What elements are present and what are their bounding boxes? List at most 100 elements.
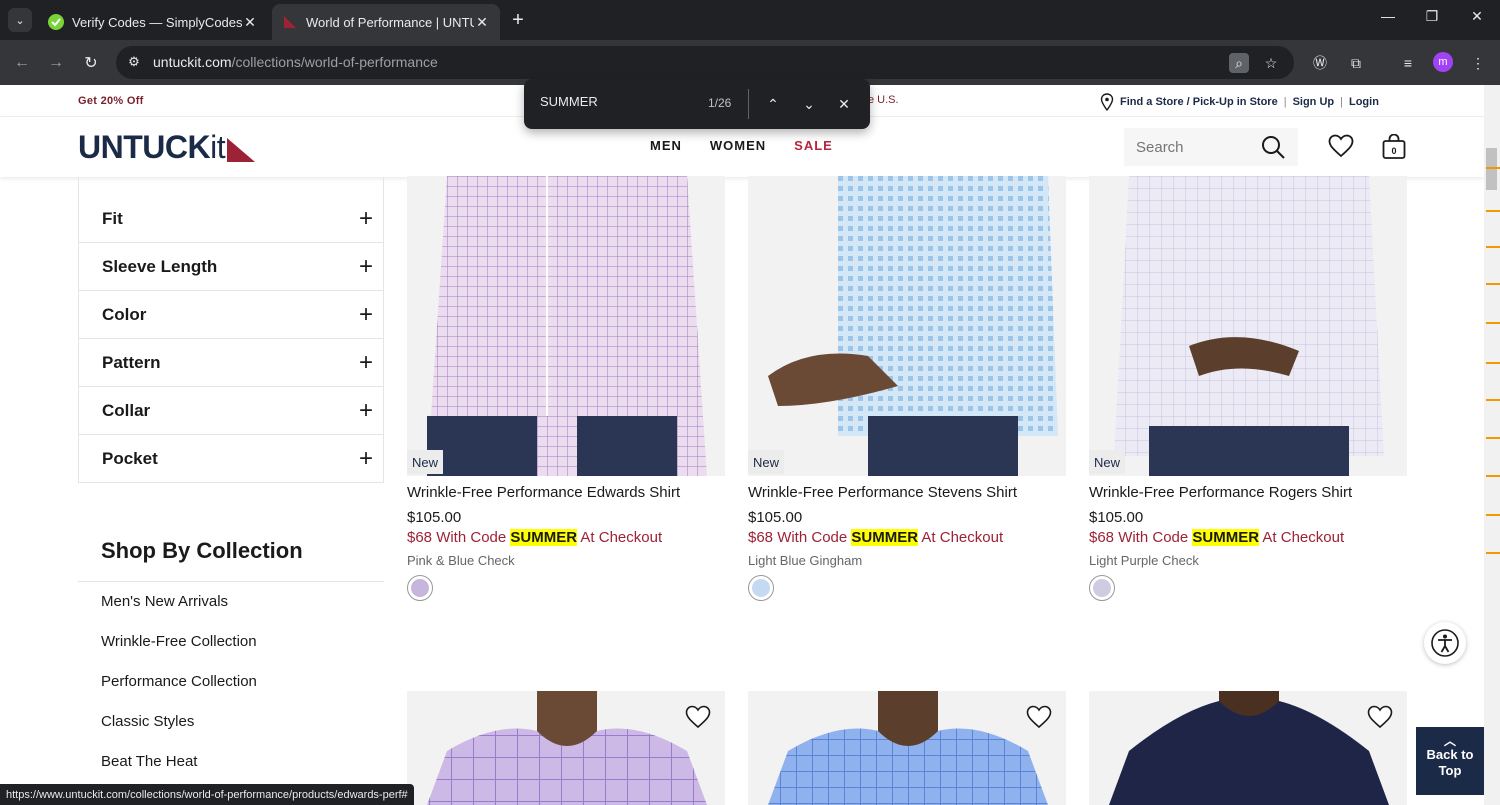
find-next-icon[interactable]: ⌄ [798,93,820,115]
wishlist-heart-icon[interactable] [1328,134,1354,158]
find-store-link[interactable]: Find a Store / Pick-Up in Store [1120,96,1278,108]
filter-panel: Fit + Sleeve Length + Color + Pattern + Coll… [78,177,384,483]
logo-flag-icon [227,137,256,162]
address-bar[interactable]: ⚙ untuckit.com/collections/world-of-perf… [116,46,1294,79]
restore-icon[interactable]: ❐ [1420,8,1444,25]
search-input[interactable] [1124,138,1254,156]
filter-collar[interactable]: Collar + [78,387,384,435]
product-image[interactable] [1089,176,1407,476]
nav-sale[interactable]: SALE [794,138,833,153]
filter-color[interactable]: Color + [78,291,384,339]
product-image[interactable] [748,176,1066,476]
filter-pattern[interactable]: Pattern + [78,339,384,387]
find-close-icon[interactable]: ✕ [833,93,855,115]
expand-plus-icon: + [358,349,373,376]
wishlist-heart-icon[interactable] [1026,705,1052,729]
media-controls-icon[interactable]: ≡ [1397,52,1419,74]
product-name[interactable]: Wrinkle-Free Performance Stevens Shirt [748,484,1017,501]
url-text: untuckit.com/collections/world-of-perfor… [153,54,438,70]
extensions-puzzle-icon[interactable]: ⧉ [1345,52,1367,74]
find-marker [1486,362,1500,364]
product-card[interactable] [748,691,1066,805]
profile-avatar[interactable]: m [1433,52,1453,72]
find-input[interactable] [540,94,700,109]
product-color-name: Light Purple Check [1089,553,1199,568]
divider [78,581,384,582]
find-match-count: 1/26 [708,96,732,110]
find-highlight: SUMMER [851,529,919,546]
tab-simplycodes[interactable]: Verify Codes — SimplyCodes ✕ [38,4,268,40]
promo-code-text: $68 With Code SUMMER At Checkout [748,529,1004,546]
page-scrollbar[interactable] [1484,85,1500,805]
search-icon[interactable] [1260,134,1286,160]
product-card[interactable] [1089,691,1407,805]
color-swatch[interactable] [748,575,774,601]
extension-w-icon[interactable]: Ⓦ [1309,52,1331,74]
product-price: $105.00 [407,509,462,526]
nav-men[interactable]: MEN [650,138,682,153]
site-search [1124,128,1298,166]
wishlist-heart-icon[interactable] [685,705,711,729]
product-card[interactable] [407,691,725,805]
reload-icon[interactable]: ↻ [80,52,102,74]
wishlist-heart-icon[interactable] [1367,705,1393,729]
forward-arrow-icon[interactable]: → [45,52,67,74]
browser-menu-icon[interactable]: ⋮ [1467,52,1489,74]
login-link[interactable]: Login [1349,96,1379,108]
find-marker [1486,437,1500,439]
find-in-page-icon[interactable]: ⌕ [1229,53,1249,73]
tab-close-icon[interactable]: ✕ [474,14,490,31]
accessibility-button[interactable] [1424,622,1466,664]
find-previous-icon[interactable]: ⌃ [762,93,784,115]
collection-heading: Shop By Collection [101,538,303,563]
product-name[interactable]: Wrinkle-Free Performance Edwards Shirt [407,484,680,501]
signup-link[interactable]: Sign Up [1293,96,1335,108]
collection-link[interactable]: Wrinkle-Free Collection [101,633,257,673]
find-marker [1486,514,1500,516]
minimize-icon[interactable]: — [1376,8,1400,24]
expand-plus-icon: + [358,445,373,472]
find-marker [1486,552,1500,554]
product-color-name: Light Blue Gingham [748,553,863,568]
filter-pocket[interactable]: Pocket + [78,435,384,483]
color-swatch[interactable] [1089,575,1115,601]
product-name[interactable]: Wrinkle-Free Performance Rogers Shirt [1089,484,1352,501]
color-swatch[interactable] [407,575,433,601]
promo-code-text: $68 With Code SUMMER At Checkout [407,529,663,546]
utility-links: Find a Store / Pick-Up in Store | Sign U… [1100,93,1379,111]
tab-title: Verify Codes — SimplyCodes [72,14,242,30]
window-close-icon[interactable]: ✕ [1465,8,1489,25]
filter-fit[interactable]: Fit + [78,195,384,243]
collection-link[interactable]: Performance Collection [101,673,257,713]
product-photo-illustration [427,691,707,805]
find-marker [1486,475,1500,477]
product-photo-illustration [768,176,1058,476]
find-marker [1486,283,1500,285]
nav-women[interactable]: WOMEN [710,138,766,153]
untuckit-logo[interactable]: UNTUCKit [78,129,256,166]
back-to-top-button[interactable]: ︿ Back to Top [1416,727,1484,795]
new-tab-plus-icon[interactable]: + [506,8,530,32]
cart-count: 0 [1391,146,1396,156]
find-in-page-bar: 1/26 ⌃ ⌄ ✕ [524,79,870,129]
filter-sleeve-length[interactable]: Sleeve Length + [78,243,384,291]
accessibility-icon [1431,629,1459,657]
tab-search-button[interactable]: ⌄ [8,8,32,32]
product-image[interactable] [407,176,725,476]
bookmark-star-icon[interactable]: ☆ [1261,53,1281,73]
promo-offer-link[interactable]: Get 20% Off [78,95,144,107]
collection-link[interactable]: Classic Styles [101,713,257,753]
site-settings-icon[interactable]: ⚙ [124,52,144,72]
shopping-bag-icon[interactable]: 0 [1382,134,1406,160]
find-marker [1486,322,1500,324]
product-price: $105.00 [1089,509,1144,526]
tab-untuckit[interactable]: World of Performance | UNTUCKit ✕ [272,4,500,40]
expand-plus-icon: + [358,205,373,232]
untuckit-favicon-icon [284,16,296,28]
scrollbar-thumb[interactable] [1486,148,1497,190]
tab-close-icon[interactable]: ✕ [242,14,258,31]
back-arrow-icon[interactable]: ← [11,52,33,74]
promo-shipping-text: e U.S. [868,94,899,106]
collection-link[interactable]: Men's New Arrivals [101,593,257,633]
simplycodes-favicon-icon [48,14,64,30]
